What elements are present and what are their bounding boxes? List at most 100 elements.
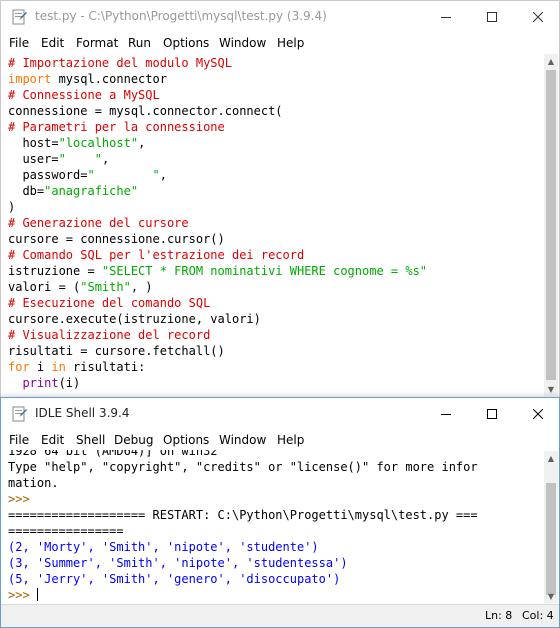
shell-menu-help[interactable]: Help — [277, 433, 304, 447]
editor-titlebar[interactable]: test.py - C:\Python\Progetti\mysql\test.… — [1, 1, 559, 33]
shell-vertical-scrollbar[interactable]: ▲ ▼ — [544, 451, 558, 603]
code-line: # Generazione del cursore — [8, 215, 544, 231]
shell-line: ================ — [8, 523, 478, 539]
code-line: cursore = connessione.cursor() — [8, 231, 544, 247]
status-column: Col: 4 — [522, 609, 554, 622]
code-line: print(i) — [8, 375, 544, 391]
code-token: ) — [8, 200, 16, 214]
shell-menu-debug[interactable]: Debug — [114, 433, 153, 447]
scroll-down-icon[interactable]: ▼ — [544, 589, 558, 603]
editor-vertical-scrollbar[interactable]: ▲ ▼ — [544, 54, 558, 396]
scroll-down-icon[interactable]: ▼ — [544, 382, 558, 396]
idle-shell-icon — [12, 406, 27, 422]
code-line: # Esecuzione del comando SQL — [8, 295, 544, 311]
code-token: "SELECT * FROM nominativi WHERE cognome … — [101, 264, 428, 278]
shell-close-button[interactable] — [515, 398, 560, 430]
shell-line: >>> — [8, 587, 478, 603]
code-token: # Comando SQL per l'estrazione dei recor… — [8, 248, 305, 262]
code-line: # Comando SQL per l'estrazione dei recor… — [8, 247, 544, 263]
editor-menu-options[interactable]: Options — [163, 36, 209, 50]
editor-menu-window[interactable]: Window — [219, 36, 266, 50]
code-token: risultati: — [65, 360, 146, 374]
code-token: # Importazione del modulo MySQL — [8, 56, 232, 70]
code-token: risultati = cursore.fetchall() — [8, 344, 225, 358]
shell-titlebar[interactable]: IDLE Shell 3.9.4 — [1, 398, 559, 430]
shell-menubar: File Edit Shell Debug Options Window Hel… — [1, 430, 559, 450]
code-token: import — [8, 72, 52, 86]
editor-maximize-button[interactable] — [469, 1, 515, 33]
code-token: for — [8, 360, 30, 374]
code-line: istruzione = "SELECT * FROM nominativi W… — [8, 263, 544, 279]
shell-scroll-thumb[interactable] — [546, 483, 556, 595]
code-line: cursore.execute(istruzione, valori) — [8, 311, 544, 327]
code-token: , — [101, 152, 110, 166]
editor-menu-format[interactable]: Format — [76, 36, 118, 50]
python-file-icon — [12, 9, 27, 25]
code-token: # Generazione del cursore — [8, 216, 189, 230]
shell-minimize-button[interactable] — [423, 398, 469, 430]
code-line: for i in risultati: — [8, 359, 544, 375]
code-token: # Connessione a MySQL — [8, 88, 160, 102]
code-token: , — [159, 168, 167, 182]
shell-line: (3, 'Summer', 'Smith', 'nipote', 'studen… — [8, 555, 478, 571]
code-token: cursore.execute(istruzione, valori) — [8, 312, 261, 326]
maximize-icon — [487, 12, 497, 22]
code-line: db="anagrafiche" — [8, 183, 544, 199]
scroll-up-icon[interactable]: ▲ — [544, 54, 558, 68]
shell-line: (2, 'Morty', 'Smith', 'nipote', 'student… — [8, 539, 478, 555]
shell-menu-edit[interactable]: Edit — [41, 433, 64, 447]
code-token: host= — [8, 136, 59, 150]
code-token: mation. — [8, 476, 59, 490]
shell-window-title: IDLE Shell 3.9.4 — [35, 406, 130, 420]
code-token: in — [51, 360, 66, 374]
code-token: i — [29, 360, 52, 374]
editor-close-button[interactable] — [515, 1, 560, 33]
editor-scroll-thumb[interactable] — [546, 70, 556, 380]
code-line: # Importazione del modulo MySQL — [8, 55, 544, 71]
code-token: # Visualizzazione del record — [8, 328, 211, 342]
code-token: password= — [8, 168, 88, 182]
editor-minimize-button[interactable] — [423, 1, 469, 33]
code-line: host="localhost", — [8, 135, 544, 151]
code-token: # Parametri per la connessione — [8, 120, 225, 134]
code-token: # Esecuzione del comando SQL — [8, 296, 211, 310]
code-line: # Visualizzazione del record — [8, 327, 544, 343]
shell-output-area[interactable]: 1928 64 bit (AMD64)] on win32 Type "help"… — [8, 450, 536, 605]
editor-menu-run[interactable]: Run — [128, 36, 151, 50]
shell-maximize-button[interactable] — [469, 398, 515, 430]
code-token: , — [138, 136, 146, 150]
code-line: # Connessione a MySQL — [8, 87, 544, 103]
code-token: " " — [87, 168, 160, 182]
shell-line: mation. — [8, 475, 478, 491]
close-icon — [533, 12, 543, 22]
shell-line: 1928 64 bit (AMD64)] on win32 — [8, 450, 478, 459]
code-token: (5, 'Jerry', 'Smith', 'genero', 'disoccu… — [8, 572, 341, 586]
text-cursor — [36, 588, 38, 601]
shell-line: =================== RESTART: C:\Python\P… — [8, 507, 478, 523]
code-token: " " — [58, 152, 102, 166]
shell-line: >>> — [8, 491, 478, 507]
code-token: Type "help", "copyright", "credits" or "… — [8, 460, 478, 474]
code-line: password=" ", — [8, 167, 544, 183]
code-line: connessione = mysql.connector.connect( — [8, 103, 544, 119]
editor-window-title: test.py - C:\Python\Progetti\mysql\test.… — [35, 9, 327, 23]
code-line: risultati = cursore.fetchall() — [8, 343, 544, 359]
shell-line: Type "help", "copyright", "credits" or "… — [8, 459, 478, 475]
code-token: "anagrafiche" — [44, 184, 139, 198]
code-token: valori = ( — [8, 280, 81, 294]
code-line: import mysql.connector — [8, 71, 544, 87]
editor-menu-file[interactable]: File — [9, 36, 29, 50]
shell-menu-window[interactable]: Window — [219, 433, 266, 447]
code-token: db= — [8, 184, 45, 198]
shell-menu-options[interactable]: Options — [163, 433, 209, 447]
code-token: (2, 'Morty', 'Smith', 'nipote', 'student… — [8, 540, 319, 554]
editor-menu-help[interactable]: Help — [277, 36, 304, 50]
editor-menubar: File Edit Format Run Options Window Help — [1, 33, 559, 53]
shell-menu-shell[interactable]: Shell — [76, 433, 105, 447]
scroll-up-icon[interactable]: ▲ — [544, 451, 558, 465]
editor-menu-edit[interactable]: Edit — [41, 36, 64, 50]
code-line: # Parametri per la connessione — [8, 119, 544, 135]
shell-menu-file[interactable]: File — [9, 433, 29, 447]
code-token: =================== RESTART: C:\Python\P… — [8, 508, 478, 522]
